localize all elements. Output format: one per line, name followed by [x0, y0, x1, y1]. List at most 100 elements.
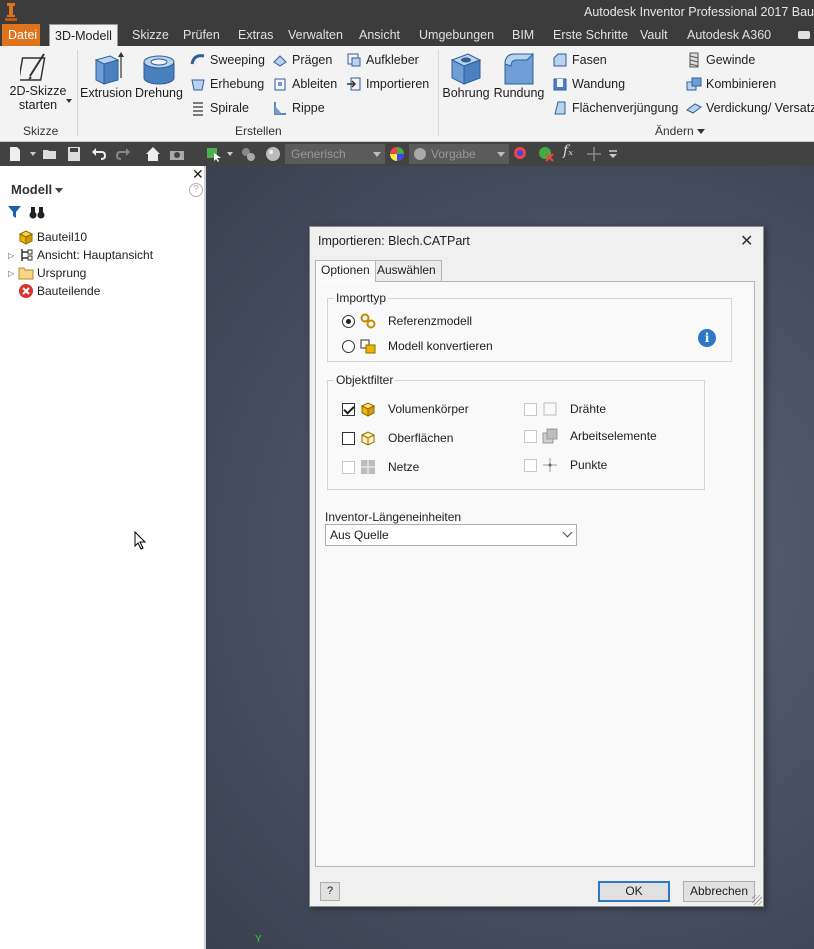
- modell-konvertieren-radio[interactable]: Modell konvertieren: [342, 338, 493, 354]
- extrusion-button[interactable]: Extrusion: [80, 50, 132, 100]
- checkbox[interactable]: [342, 460, 355, 474]
- tab-pruefen[interactable]: Prüfen: [183, 24, 220, 46]
- clear-appearance-icon[interactable]: [538, 146, 554, 162]
- filter-icon[interactable]: [8, 206, 21, 219]
- tab-3d-modell[interactable]: 3D-Modell: [49, 24, 118, 47]
- import-icon: [347, 77, 361, 91]
- tab-autodesk-a360[interactable]: Autodesk A360: [687, 24, 771, 46]
- group-label-aendern[interactable]: Ändern: [655, 124, 706, 138]
- chevron-down-icon[interactable]: [30, 152, 36, 156]
- binoculars-icon[interactable]: [29, 206, 45, 219]
- kombinieren-button[interactable]: Kombinieren: [686, 75, 776, 93]
- tab-skizze[interactable]: Skizze: [132, 24, 169, 46]
- home-icon[interactable]: [145, 146, 161, 162]
- object-filter-group: Objektfilter Volumenkörper Oberflächen N…: [327, 373, 705, 490]
- ok-button[interactable]: OK: [598, 881, 670, 902]
- appearance-dropdown[interactable]: Vorgabe: [409, 144, 509, 164]
- oberflaechen-checkbox[interactable]: Oberflächen: [342, 430, 453, 446]
- tree-item-part[interactable]: Bauteil10: [8, 228, 87, 246]
- netze-checkbox[interactable]: Netze: [342, 459, 419, 475]
- fillet-icon: [504, 53, 535, 85]
- draehte-checkbox[interactable]: Drähte: [524, 401, 606, 417]
- adjust-appearance-icon[interactable]: [513, 146, 529, 162]
- bohrung-button[interactable]: Bohrung: [442, 50, 490, 100]
- chevron-down-icon: [562, 527, 573, 538]
- color-style-icon[interactable]: [240, 146, 256, 162]
- flaechenverjuengung-button[interactable]: Flächenverjüngung: [552, 99, 678, 117]
- checkbox[interactable]: [524, 429, 537, 443]
- spirale-button[interactable]: Spirale: [190, 99, 249, 117]
- close-icon[interactable]: ✕: [740, 231, 753, 251]
- parameters-fx-icon[interactable]: 𝑓ₓ: [563, 143, 573, 159]
- aufkleber-button[interactable]: Aufkleber: [346, 51, 419, 69]
- importieren-button[interactable]: Importieren: [346, 75, 429, 93]
- rundung-button[interactable]: Rundung: [492, 50, 546, 100]
- thicken-icon: [686, 103, 702, 114]
- material-dropdown[interactable]: Generisch: [285, 144, 385, 164]
- arbeitselemente-checkbox[interactable]: Arbeitselemente: [524, 428, 657, 444]
- radio-button[interactable]: [342, 339, 355, 353]
- rippe-button[interactable]: Rippe: [272, 99, 325, 117]
- help-button[interactable]: ?: [320, 882, 340, 901]
- tab-erste-schritte[interactable]: Erste Schritte: [553, 24, 628, 46]
- radio-button[interactable]: [342, 314, 355, 328]
- wandung-button[interactable]: Wandung: [552, 75, 625, 93]
- sphere-icon[interactable]: [265, 146, 281, 162]
- redo-icon[interactable]: [115, 146, 131, 162]
- new-file-icon[interactable]: [8, 146, 22, 162]
- info-icon[interactable]: i: [698, 329, 716, 347]
- undo-icon[interactable]: [91, 146, 107, 162]
- appearance-palette-icon[interactable]: [389, 146, 405, 162]
- tab-ansicht[interactable]: Ansicht: [359, 24, 400, 46]
- close-icon[interactable]: ✕: [192, 166, 204, 183]
- resize-grip[interactable]: [752, 895, 762, 905]
- volumenkoerper-checkbox[interactable]: Volumenkörper: [342, 401, 469, 417]
- browser-title[interactable]: Modell: [11, 182, 64, 197]
- wire-icon: [543, 402, 557, 416]
- open-folder-icon[interactable]: [42, 146, 58, 162]
- volumenkoerper-label: Volumenkörper: [388, 402, 469, 416]
- customize-toolbar-icon[interactable]: [608, 146, 618, 162]
- praegen-button[interactable]: Prägen: [272, 51, 332, 69]
- chevron-down-icon[interactable]: [227, 152, 233, 156]
- tab-verwalten[interactable]: Verwalten: [288, 24, 343, 46]
- verdickung-button[interactable]: Verdickung/ Versatz: [686, 99, 814, 117]
- checkbox[interactable]: [342, 402, 355, 416]
- expand-icon[interactable]: ▷: [8, 251, 18, 260]
- fasen-button[interactable]: Fasen: [552, 51, 607, 69]
- checkbox[interactable]: [524, 402, 537, 416]
- units-select[interactable]: Aus Quelle: [325, 524, 577, 546]
- checkbox[interactable]: [342, 431, 355, 445]
- tab-umgebungen[interactable]: Umgebungen: [419, 24, 494, 46]
- erhebung-button[interactable]: Erhebung: [190, 75, 264, 93]
- tree-item-origin[interactable]: ▷ Ursprung: [8, 264, 86, 282]
- tree-item-view[interactable]: ▷ Ansicht: Hauptansicht: [8, 246, 153, 264]
- select-priority-icon[interactable]: [206, 146, 222, 162]
- ableiten-label: Ableiten: [292, 77, 338, 91]
- help-icon[interactable]: ?: [189, 183, 203, 197]
- chevron-down-icon[interactable]: [66, 99, 72, 103]
- tab-optionen[interactable]: Optionen: [315, 260, 376, 282]
- tab-extras[interactable]: Extras: [238, 24, 273, 46]
- sketch-icon: [20, 53, 46, 81]
- expand-icon[interactable]: ▷: [8, 269, 18, 278]
- start-2d-sketch-button[interactable]: 2D-Skizze starten: [8, 50, 68, 112]
- punkte-checkbox[interactable]: Punkte: [524, 457, 607, 473]
- camera-icon[interactable]: [169, 146, 185, 162]
- ribbon-minimize-icon[interactable]: [798, 31, 810, 39]
- gewinde-button[interactable]: Gewinde: [686, 51, 755, 69]
- ableiten-button[interactable]: Ableiten: [272, 75, 337, 93]
- save-icon[interactable]: [67, 146, 81, 162]
- referenzmodell-radio[interactable]: Referenzmodell: [342, 313, 472, 329]
- checkbox[interactable]: [524, 458, 537, 472]
- object-filter-legend: Objektfilter: [334, 373, 396, 387]
- tab-bim[interactable]: BIM: [512, 24, 534, 46]
- cancel-button[interactable]: Abbrechen: [683, 881, 755, 902]
- tab-auswaehlen[interactable]: Auswählen: [371, 260, 442, 281]
- drehung-button[interactable]: Drehung: [134, 50, 184, 100]
- sweeping-button[interactable]: Sweeping: [190, 51, 265, 69]
- tree-item-end-of-part[interactable]: Bauteilende: [8, 282, 100, 300]
- plus-icon[interactable]: [586, 146, 602, 162]
- tab-vault[interactable]: Vault: [640, 24, 668, 46]
- tab-datei[interactable]: Datei: [2, 24, 40, 46]
